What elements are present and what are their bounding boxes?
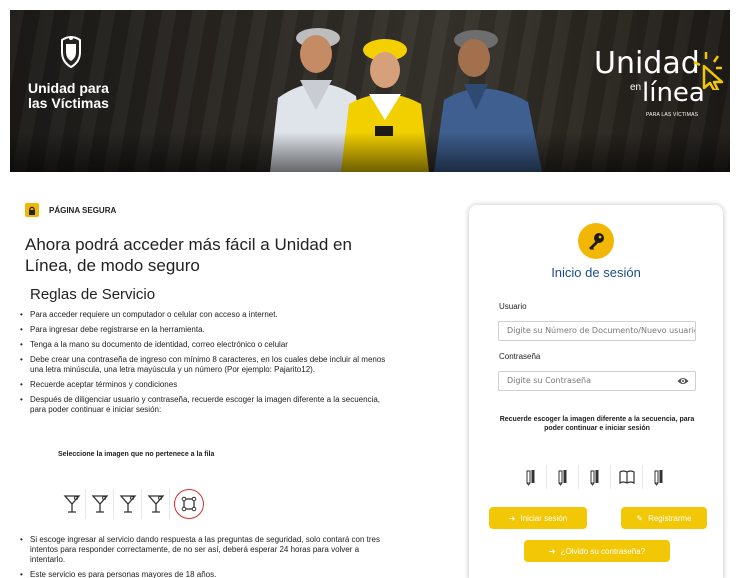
page-headline: Ahora podrá acceder más fácil a Unidad e…	[25, 235, 352, 275]
cursor-click-icon	[693, 52, 724, 90]
user-label: Usuario	[499, 302, 527, 311]
rules-list-continued: Si escoge ingresar al servicio dando res…	[20, 535, 390, 578]
login-title: Inicio de sesión	[551, 265, 641, 280]
image-sequence	[515, 465, 675, 489]
edit-icon: ✎	[636, 513, 644, 523]
user-input[interactable]: Digite su Número de Documento/Nuevo usua…	[498, 321, 696, 341]
password-input[interactable]: Digite su Contraseña	[498, 371, 696, 391]
login-button-label: Iniciar sesión	[520, 513, 568, 523]
password-label: Contraseña	[499, 352, 541, 361]
secure-page-label: PÁGINA SEGURA	[49, 205, 117, 215]
org-name-line2: las Víctimas	[28, 95, 109, 111]
rule-item: Debe crear una contraseña de ingreso con…	[20, 355, 390, 375]
book-icon[interactable]	[611, 465, 643, 489]
rule-item: Tenga a la mano su documento de identida…	[20, 340, 390, 350]
login-card: Inicio de sesión Usuario Digite su Númer…	[469, 205, 723, 578]
cocktail-glass-icon	[58, 489, 86, 519]
register-button-label: Registrarme	[648, 513, 692, 523]
pencil-icon[interactable]	[515, 465, 547, 489]
rule-item: Recuerde aceptar términos y condiciones	[20, 380, 390, 390]
sequence-notice: Recuerde escoger la imagen diferente a l…	[499, 416, 695, 432]
rule-item: Después de diligenciar usuario y contras…	[20, 395, 390, 415]
rule-item: Para acceder requiere un computador o ce…	[20, 310, 390, 320]
rules-list: Para acceder requiere un computador o ce…	[20, 310, 390, 420]
coat-of-arms-icon	[61, 36, 81, 69]
register-button[interactable]: ✎ Registrarme	[621, 507, 707, 529]
sign-in-icon: ➜	[508, 513, 516, 523]
selected-square-icon	[174, 489, 204, 519]
example-title: Seleccione la imagen que no pertenece a …	[58, 451, 215, 458]
sign-in-icon: ➜	[548, 546, 556, 556]
cocktail-glass-icon	[114, 489, 142, 519]
rule-item: Este servicio es para personas mayores d…	[20, 570, 390, 578]
cocktail-glass-icon	[86, 489, 114, 519]
hero-banner: Unidad para las Víctimas Unidad en línea…	[10, 10, 730, 172]
forgot-password-button[interactable]: ➜ ¿Olvido su contraseña?	[524, 540, 670, 562]
org-name-line1: Unidad para	[28, 80, 109, 96]
org-name: Unidad para las Víctimas	[28, 81, 148, 111]
secure-page-indicator: PÁGINA SEGURA	[25, 203, 116, 217]
product-logo: Unidad en línea PARA LAS VÍCTIMAS	[568, 46, 728, 136]
user-input-placeholder: Digite su Número de Documento/Nuevo usua…	[507, 326, 696, 335]
password-input-placeholder: Digite su Contraseña	[507, 376, 592, 385]
pencil-icon[interactable]	[579, 465, 611, 489]
cocktail-glass-icon	[142, 489, 170, 519]
key-icon	[578, 223, 614, 259]
pencil-icon[interactable]	[643, 465, 675, 489]
eye-icon[interactable]	[677, 376, 689, 386]
login-button[interactable]: ➜ Iniciar sesión	[489, 507, 587, 529]
rule-item: Para ingresar debe registrarse en la her…	[20, 325, 390, 335]
example-image-row	[58, 489, 204, 519]
product-logo-en: en	[630, 82, 642, 93]
product-logo-tag: PARA LAS VÍCTIMAS	[646, 112, 699, 118]
forgot-password-label: ¿Olvido su contraseña?	[560, 546, 646, 556]
product-logo-word1: Unidad	[594, 46, 700, 81]
org-logo: Unidad para las Víctimas	[28, 34, 148, 111]
rule-item: Si escoge ingresar al servicio dando res…	[20, 535, 390, 565]
lock-icon	[25, 203, 39, 217]
pencil-icon[interactable]	[547, 465, 579, 489]
rules-title: Reglas de Servicio	[30, 286, 156, 303]
